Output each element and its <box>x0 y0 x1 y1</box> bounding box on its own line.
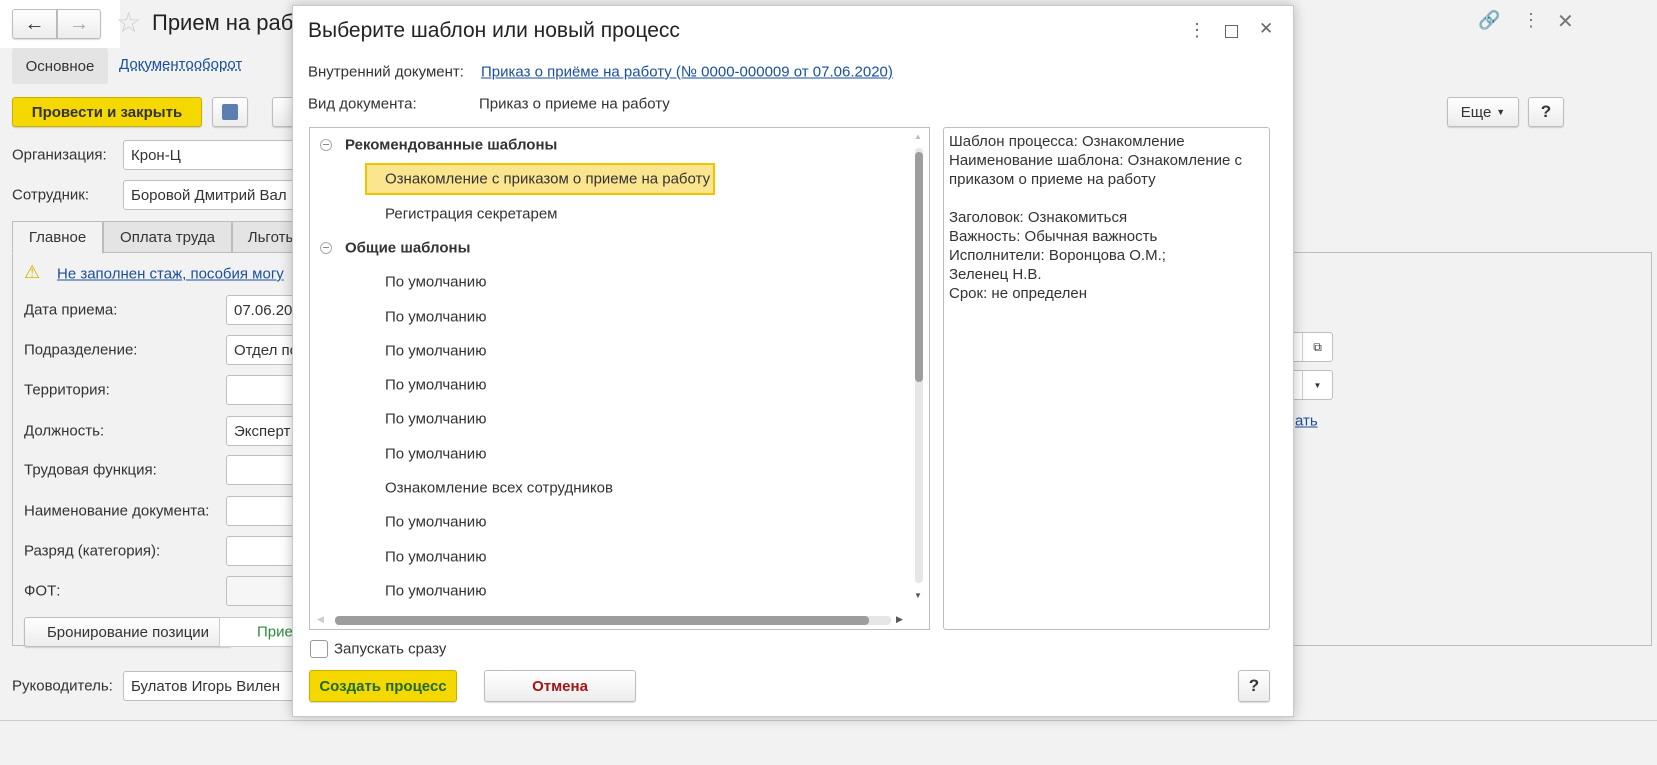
cancel-button[interactable]: Отмена <box>484 670 636 702</box>
scroll-right-icon[interactable]: ▶ <box>896 614 903 625</box>
detail-line <box>949 189 1264 208</box>
tree-item[interactable]: Ознакомление с приказом о приеме на рабо… <box>385 171 710 188</box>
field-label: Разряд (категория): <box>24 542 161 560</box>
tab-general[interactable]: Главное <box>12 221 103 254</box>
detail-line: Зеленец Н.В. <box>949 266 1042 283</box>
create-process-button[interactable]: Создать процесс <box>309 670 457 702</box>
doc-type-label: Вид документа: <box>308 95 417 113</box>
tree-item[interactable]: По умолчанию <box>385 308 486 325</box>
internal-doc-label: Внутренний документ: <box>308 63 464 81</box>
scroll-up-icon[interactable]: ▲ <box>914 132 922 141</box>
close-form-icon[interactable]: ✕ <box>1557 9 1574 34</box>
template-tree[interactable]: Рекомендованные шаблоны Ознакомление с пр… <box>309 127 930 630</box>
tab-payment[interactable]: Оплата труда <box>103 221 232 253</box>
back-button[interactable]: ← <box>12 9 57 39</box>
tree-item[interactable]: По умолчанию <box>385 548 486 565</box>
field-label: Наименование документа: <box>24 502 210 520</box>
detail-line: Наименование шаблона: Ознакомление с <box>949 152 1242 169</box>
field-label: ФОТ: <box>24 582 61 600</box>
chevron-down-icon: ▼ <box>1496 107 1506 117</box>
favorite-star-icon[interactable]: ☆ <box>116 6 141 39</box>
form-title: Прием на раб <box>152 10 294 35</box>
start-now-label[interactable]: Запускать сразу <box>334 641 446 658</box>
tree-group[interactable]: Общие шаблоны <box>345 239 470 256</box>
warning-icon: ⚠ <box>24 262 41 282</box>
post-and-close-button[interactable]: Провести и закрыть <box>12 97 202 127</box>
scroll-left-icon[interactable]: ◀ <box>317 614 324 625</box>
tree-item[interactable]: По умолчанию <box>385 445 486 462</box>
maximize-icon[interactable] <box>1225 25 1238 38</box>
tree-item[interactable]: По умолчанию <box>385 514 486 531</box>
warning-link[interactable]: Не заполнен стаж, пособия могу <box>57 266 284 283</box>
reserve-status: Прие <box>257 623 293 641</box>
detail-line: приказом о приеме на работу <box>949 171 1156 188</box>
organization-label: Организация: <box>12 146 107 164</box>
tree-item[interactable]: По умолчанию <box>385 582 486 599</box>
more-button[interactable]: Еще ▼ <box>1447 97 1519 127</box>
more-label: Еще <box>1460 103 1492 121</box>
field-label: Трудовая функция: <box>24 461 157 479</box>
bottom-divider <box>0 720 1657 721</box>
collapse-icon[interactable] <box>320 241 332 254</box>
more-menu-icon[interactable]: ⋮ <box>1522 10 1540 31</box>
template-details: Шаблон процесса: Ознакомление Наименовани… <box>943 127 1270 630</box>
save-button[interactable] <box>212 97 248 127</box>
internal-doc-link[interactable]: Приказ о приёме на работу (№ 0000-000009… <box>481 64 893 81</box>
dialog-help-button[interactable]: ? <box>1238 670 1270 702</box>
dialog-menu-icon[interactable]: ⋮ <box>1188 20 1206 41</box>
reserve-position-button[interactable]: Бронирование позиции <box>24 617 232 647</box>
help-button[interactable]: ? <box>1528 97 1564 127</box>
detail-line: Исполнители: Воронцова О.М.; <box>949 247 1166 264</box>
tree-item[interactable]: По умолчанию <box>385 411 486 428</box>
start-now-checkbox[interactable] <box>310 640 328 658</box>
detail-line: Срок: не определен <box>949 285 1088 302</box>
field-label: Территория: <box>24 381 110 399</box>
collapse-icon[interactable] <box>320 139 332 151</box>
manager-label: Руководитель: <box>12 677 113 695</box>
detail-line: Важность: Обычная важность <box>949 228 1158 245</box>
tree-item[interactable]: По умолчанию <box>385 274 486 291</box>
tab-main[interactable]: Основное <box>12 48 108 84</box>
doc-type-value: Приказ о приеме на работу <box>479 95 670 113</box>
tree-item[interactable]: Регистрация секретарем <box>385 205 558 222</box>
forward-button[interactable]: → <box>57 9 101 39</box>
close-dialog-icon[interactable]: ✕ <box>1259 19 1273 39</box>
field-label: Должность: <box>24 422 105 440</box>
right-link[interactable]: ать <box>1295 413 1318 430</box>
tree-item[interactable]: По умолчанию <box>385 342 486 359</box>
employee-label: Сотрудник: <box>12 186 90 204</box>
field-label: Подразделение: <box>24 341 138 359</box>
field-label: Дата приема: <box>24 301 118 319</box>
dropdown-icon[interactable]: ▼ <box>1302 371 1332 399</box>
scroll-down-icon[interactable]: ▼ <box>914 591 922 600</box>
dialog-title: Выберите шаблон или новый процесс <box>308 19 680 42</box>
tree-group[interactable]: Рекомендованные шаблоны <box>345 137 557 154</box>
tree-item[interactable]: По умолчанию <box>385 377 486 394</box>
detail-line: Шаблон процесса: Ознакомление <box>949 133 1185 150</box>
vertical-scroll-thumb[interactable] <box>915 152 923 382</box>
tree-item[interactable]: Ознакомление всех сотрудников <box>385 480 613 497</box>
link-icon[interactable]: 🔗 <box>1478 10 1500 31</box>
save-icon <box>222 104 238 120</box>
tab-docflow[interactable]: Документооборот <box>119 56 242 73</box>
horizontal-scroll-thumb[interactable] <box>335 616 869 625</box>
open-icon[interactable]: ⧉ <box>1302 333 1332 361</box>
template-dialog: Выберите шаблон или новый процесс ⋮ ✕ Вн… <box>292 5 1294 717</box>
detail-line: Заголовок: Ознакомиться <box>949 209 1128 226</box>
